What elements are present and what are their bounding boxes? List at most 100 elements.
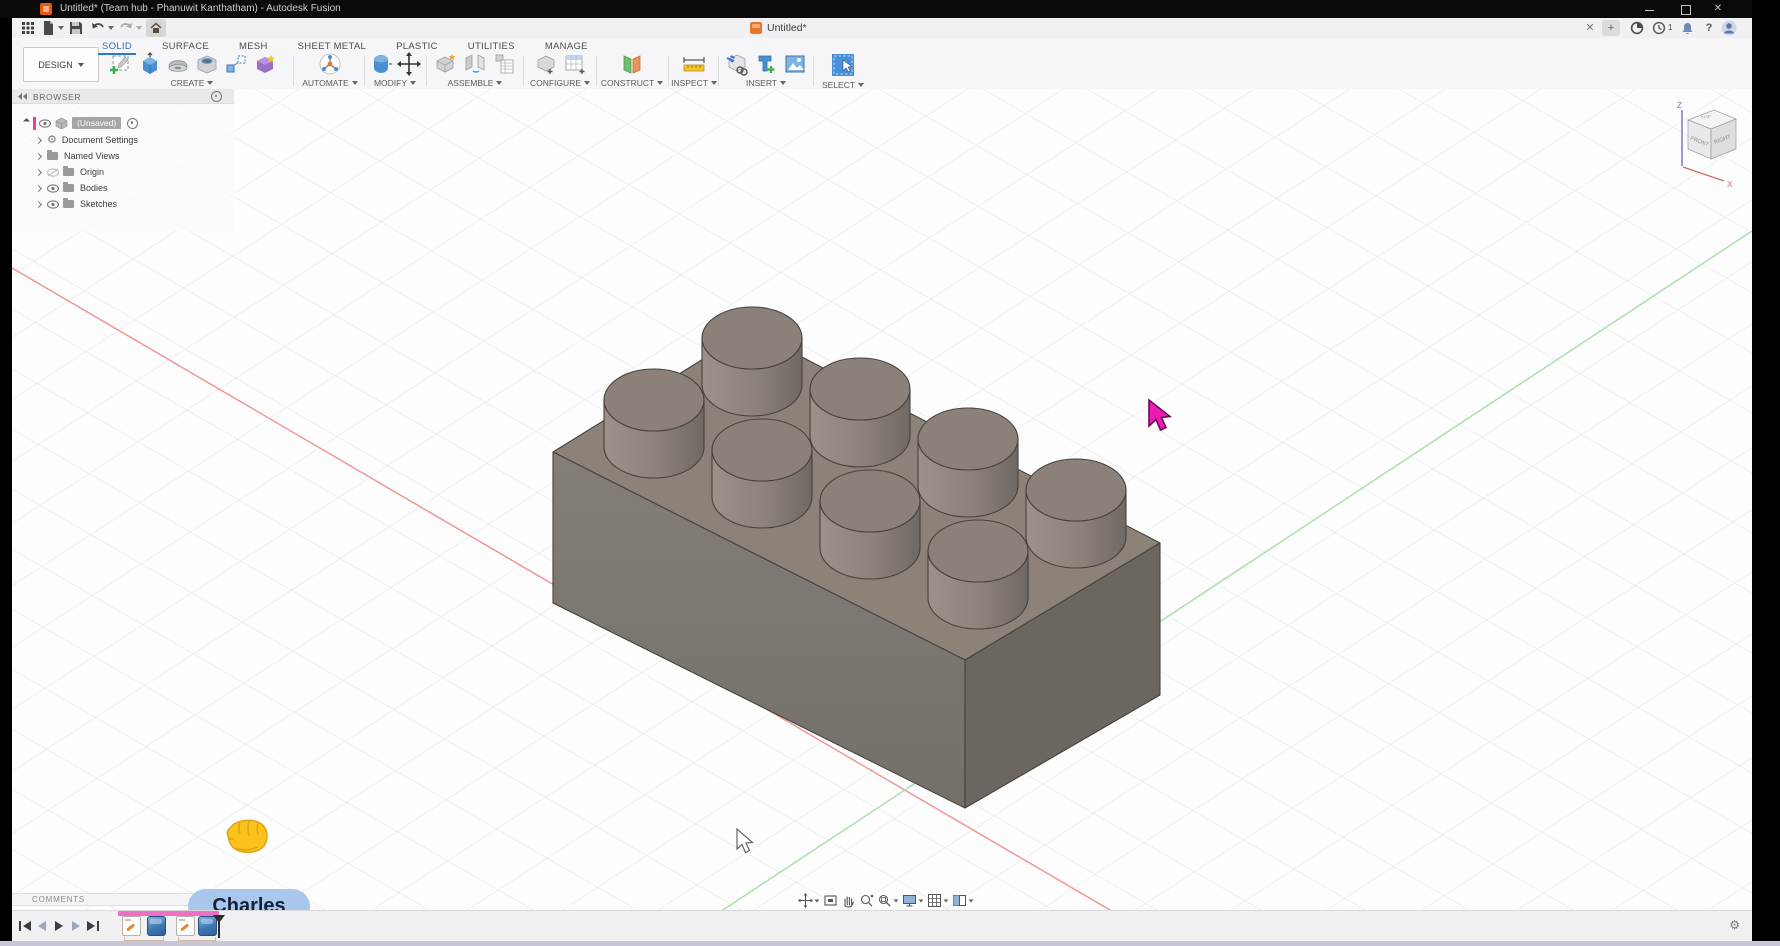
redo-icon[interactable]	[118, 20, 134, 36]
3d-viewport[interactable]	[12, 89, 1752, 910]
minimize-button[interactable]	[1638, 2, 1662, 16]
expand-icon[interactable]	[34, 200, 43, 208]
zoom-tool[interactable]	[859, 893, 874, 908]
maximize-button[interactable]	[1674, 2, 1698, 16]
grid-snaps-tool[interactable]	[927, 893, 949, 908]
extrude-icon[interactable]	[137, 52, 161, 76]
press-pull-icon[interactable]	[370, 52, 392, 76]
lego-brick-body[interactable]	[552, 306, 1161, 809]
automate-icon[interactable]	[318, 52, 342, 76]
visibility-eye-off-icon[interactable]	[47, 167, 59, 177]
home-dashboard-button[interactable]	[146, 19, 166, 37]
timeline-go-end-button[interactable]	[86, 920, 100, 932]
browser-item-document-settings[interactable]: ⚙ Document Settings	[12, 133, 234, 147]
undo-caret-icon[interactable]	[108, 26, 114, 30]
brick-stud[interactable]	[1025, 458, 1127, 569]
group-label-construct[interactable]: CONSTRUCT	[601, 78, 664, 88]
timeline-step-back-button[interactable]	[35, 920, 49, 932]
configuration-table-icon[interactable]	[563, 52, 587, 76]
brick-stud[interactable]	[927, 519, 1029, 630]
visibility-eye-icon[interactable]	[47, 199, 59, 209]
document-tab[interactable]: Untitled*	[750, 20, 807, 36]
app-grid-icon[interactable]	[20, 20, 36, 36]
timeline-play-button[interactable]	[52, 920, 66, 932]
browser-item-bodies[interactable]: Bodies	[12, 181, 234, 195]
close-document-tab-button[interactable]: ✕	[1583, 20, 1597, 36]
expand-icon[interactable]	[34, 152, 43, 160]
timeline-item-extrude[interactable]	[147, 916, 166, 936]
pattern-icon[interactable]	[224, 52, 248, 76]
brick-stud[interactable]	[917, 407, 1019, 518]
browser-item-sketches[interactable]: Sketches	[12, 197, 234, 211]
root-node-label[interactable]: (Unsaved)	[72, 117, 122, 129]
select-icon[interactable]	[830, 52, 856, 78]
expand-collapse-icon[interactable]	[22, 117, 31, 125]
help-button[interactable]: ?	[1702, 20, 1716, 36]
job-status-icon[interactable]	[1630, 21, 1644, 35]
new-component-icon[interactable]	[434, 52, 458, 76]
configuration-icon[interactable]	[534, 52, 558, 76]
new-document-tab-button[interactable]: +	[1602, 20, 1620, 36]
group-label-modify[interactable]: MODIFY	[368, 78, 422, 88]
activate-component-icon[interactable]	[127, 117, 139, 129]
undo-icon[interactable]	[90, 20, 106, 36]
save-icon[interactable]	[68, 20, 84, 36]
close-button[interactable]: ✕	[1706, 2, 1730, 16]
browser-options-icon[interactable]	[211, 91, 222, 102]
visibility-eye-icon[interactable]	[39, 118, 51, 128]
timeline-settings-gear-icon[interactable]: ⚙	[1729, 918, 1740, 932]
brick-stud[interactable]	[809, 357, 911, 468]
fit-tool[interactable]	[877, 893, 899, 908]
insert-mesh-icon[interactable]	[725, 52, 749, 76]
group-label-automate[interactable]: AUTOMATE	[299, 78, 361, 88]
expand-icon[interactable]	[34, 184, 43, 192]
create-form-icon[interactable]	[253, 52, 277, 76]
group-label-insert[interactable]: INSERT	[724, 78, 808, 88]
group-label-configure[interactable]: CONFIGURE	[529, 78, 591, 88]
expand-icon[interactable]	[34, 168, 43, 176]
revolve-icon[interactable]	[166, 52, 190, 76]
browser-item-origin[interactable]: Origin	[12, 165, 234, 179]
file-menu-caret-icon[interactable]	[58, 26, 64, 30]
collapse-panel-icon[interactable]	[18, 93, 28, 100]
user-avatar[interactable]	[1721, 20, 1737, 36]
expand-icon[interactable]	[34, 136, 43, 144]
canvas-image-icon[interactable]	[783, 52, 807, 76]
browser-header: BROWSER	[12, 89, 234, 104]
pan-tool[interactable]	[841, 893, 856, 908]
file-menu-icon[interactable]	[40, 20, 56, 36]
brick-stud[interactable]	[603, 368, 705, 479]
create-sketch-icon[interactable]	[108, 52, 132, 76]
hole-icon[interactable]	[195, 52, 219, 76]
construct-plane-icon[interactable]	[619, 52, 645, 76]
folder-icon	[63, 182, 74, 192]
insert-derive-icon[interactable]	[754, 52, 778, 76]
timeline-step-forward-button[interactable]	[69, 920, 83, 932]
move-icon[interactable]	[396, 52, 421, 76]
visibility-eye-icon[interactable]	[47, 183, 59, 193]
group-label-assemble[interactable]: ASSEMBLE	[432, 78, 518, 88]
brick-stud[interactable]	[711, 418, 813, 529]
browser-root-row[interactable]: (Unsaved)	[12, 116, 234, 130]
extension-clock-icon[interactable]	[1652, 21, 1666, 35]
brick-stud[interactable]	[701, 306, 803, 417]
joint-icon[interactable]	[463, 52, 487, 76]
workspace-selector[interactable]: DESIGN	[23, 47, 99, 82]
orbit-tool[interactable]	[798, 893, 820, 908]
measure-icon[interactable]	[681, 52, 707, 76]
group-label-inspect[interactable]: INSPECT	[671, 78, 717, 88]
timeline-item-sketch[interactable]	[122, 916, 141, 936]
browser-item-named-views[interactable]: Named Views	[12, 149, 234, 163]
group-label-create[interactable]: CREATE	[102, 78, 282, 88]
timeline-item-sketch[interactable]	[176, 916, 195, 936]
display-settings-tool[interactable]	[902, 893, 924, 908]
timeline-go-start-button[interactable]	[18, 920, 32, 932]
brick-stud[interactable]	[819, 469, 921, 580]
view-cube[interactable]: Z X TOP FRONT RIGHT	[1662, 98, 1748, 190]
viewports-tool[interactable]	[952, 893, 974, 908]
bom-list-icon[interactable]	[492, 52, 516, 76]
notifications-bell-icon[interactable]	[1680, 21, 1695, 36]
look-at-tool[interactable]	[823, 893, 838, 908]
timeline-position-marker[interactable]	[212, 914, 226, 938]
redo-caret-icon[interactable]	[136, 26, 142, 30]
